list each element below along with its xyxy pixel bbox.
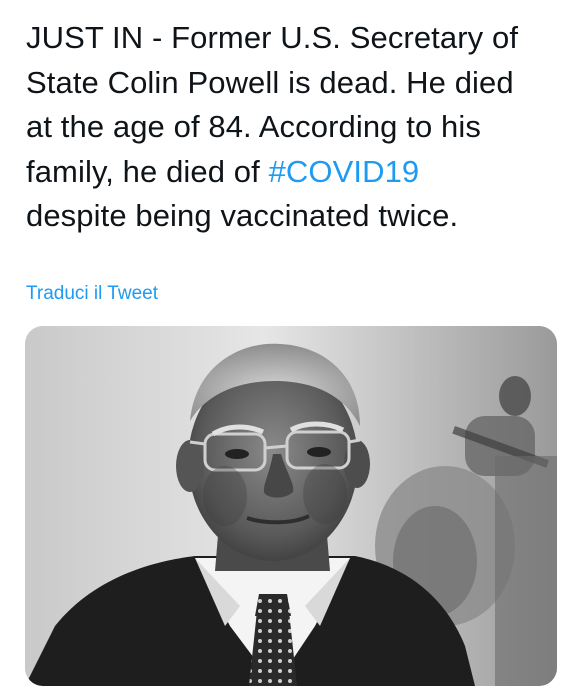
tweet-text: JUST IN - Former U.S. Secretary of State… [26,16,566,239]
portrait-photo [25,326,557,686]
tweet-photo[interactable] [25,326,557,686]
tweet-text-tail: despite being vaccinated twice. [26,198,459,233]
hashtag-link[interactable]: #COVID19 [269,154,420,189]
translate-tweet-link[interactable]: Traduci il Tweet [26,283,158,305]
